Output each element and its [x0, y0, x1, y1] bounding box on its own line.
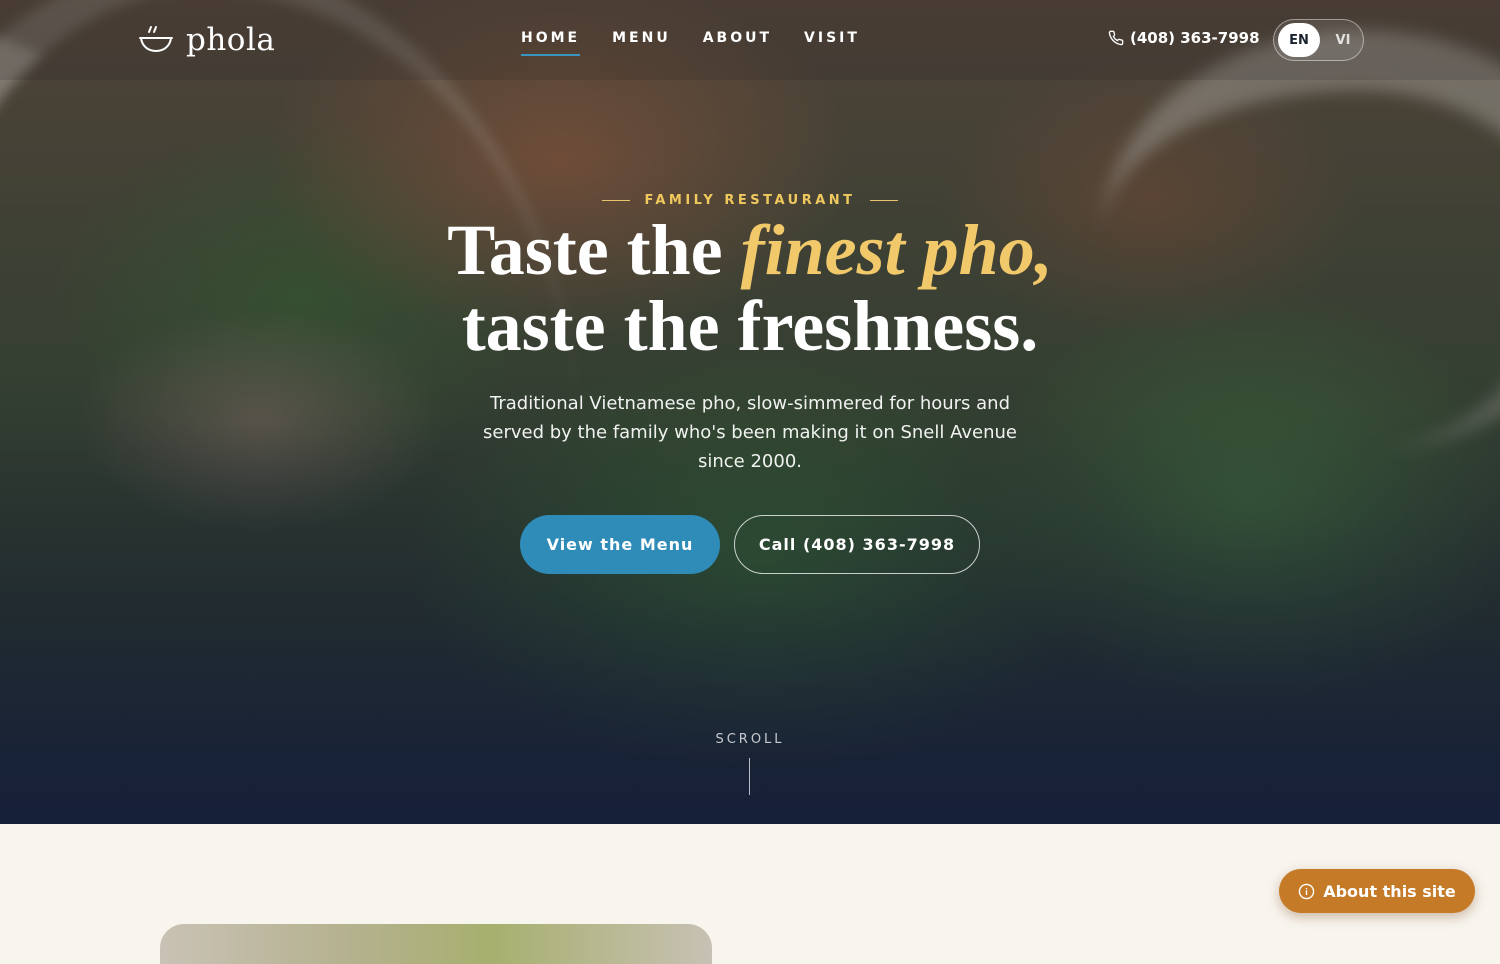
eyebrow-divider-right: [869, 200, 898, 201]
language-toggle: EN VI: [1273, 19, 1364, 61]
language-option-en[interactable]: EN: [1278, 23, 1320, 57]
next-section: [0, 824, 1500, 938]
site-header: phola HOME MENU ABOUT VISIT (408) 363-79…: [0, 0, 1500, 80]
eyebrow-divider-left: [602, 200, 631, 201]
call-button[interactable]: Call (408) 363-7998: [734, 515, 980, 574]
hero-section: phola HOME MENU ABOUT VISIT (408) 363-79…: [0, 0, 1500, 824]
scroll-indicator-line: [749, 758, 750, 795]
nav-item-menu[interactable]: MENU: [612, 30, 671, 56]
main-nav: HOME MENU ABOUT VISIT: [521, 30, 860, 56]
hero-eyebrow: FAMILY RESTAURANT: [0, 193, 1500, 208]
site-logo[interactable]: phola: [138, 22, 275, 58]
phone-icon: [1108, 30, 1124, 46]
dish-photo-card: [160, 924, 712, 964]
about-site-button[interactable]: About this site: [1279, 869, 1475, 913]
headline-accent: finest pho,: [740, 210, 1053, 290]
nav-item-visit[interactable]: VISIT: [804, 30, 860, 56]
about-site-label: About this site: [1323, 881, 1456, 901]
header-phone-link[interactable]: (408) 363-7998: [1108, 29, 1260, 47]
language-option-vi[interactable]: VI: [1326, 23, 1360, 57]
headline-part-1: Taste the: [447, 210, 741, 290]
view-menu-button[interactable]: View the Menu: [520, 515, 720, 574]
hero-subtitle: Traditional Vietnamese pho, slow-simmere…: [483, 393, 1017, 472]
nav-item-home[interactable]: HOME: [521, 30, 581, 56]
scroll-indicator-label: SCROLL: [715, 732, 785, 747]
header-phone-number: (408) 363-7998: [1130, 29, 1260, 47]
brand-name: phola: [186, 22, 276, 58]
headline-part-2: taste the freshness.: [461, 286, 1039, 366]
info-icon: [1298, 883, 1315, 899]
nav-item-about[interactable]: ABOUT: [703, 30, 772, 56]
pho-bowl-icon: [139, 26, 173, 53]
eyebrow-text: FAMILY RESTAURANT: [644, 193, 856, 208]
hero-headline: Taste the finest pho, taste the freshnes…: [0, 212, 1500, 364]
